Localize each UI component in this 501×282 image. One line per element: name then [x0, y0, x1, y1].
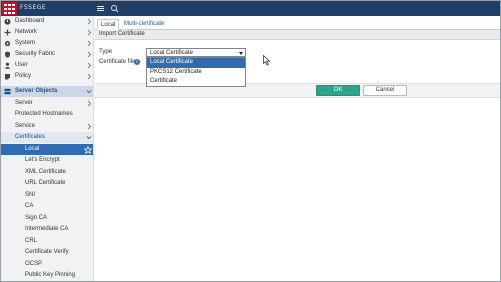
sidebar-item-label: Network	[15, 29, 38, 35]
sidebar-item-sign-ca[interactable]: Sign CA	[1, 213, 93, 224]
sidebar-item-label: OCSP	[25, 261, 43, 267]
chevron-right-icon	[87, 123, 92, 130]
sidebar-item-label: Security Fabric	[15, 51, 56, 57]
sidebar-item-url-certificate[interactable]: URL Certificate	[1, 178, 93, 189]
sidebar-item-certificates[interactable]: Certificates	[1, 132, 93, 143]
sidebar-item-ca[interactable]: CA	[1, 201, 93, 212]
chevron-right-icon	[87, 73, 92, 80]
sidebar-item-user[interactable]: User	[1, 60, 93, 71]
fortinet-logo[interactable]	[2, 2, 17, 15]
sidebar-item-protected-hostnames[interactable]: Protected Hostnames	[1, 109, 93, 120]
sidebar-item-label: Local	[25, 146, 40, 152]
sidebar-item-label: User	[15, 62, 28, 68]
tab-multi-certificate[interactable]: Multi-certificate	[121, 19, 167, 30]
chevron-right-icon	[87, 62, 92, 69]
shield-icon	[5, 51, 10, 58]
certificate-file-label: Certificate file	[99, 59, 136, 65]
sidebar-item-security-fabric[interactable]: Security Fabric	[1, 49, 93, 60]
option-certificate[interactable]: Certificate	[147, 77, 245, 87]
sidebar-item-crl[interactable]: CRL	[1, 236, 93, 247]
chevron-down-icon	[86, 136, 92, 140]
sidebar-item-label: Public Key Pinning	[25, 272, 76, 278]
policy-icon	[5, 74, 10, 80]
chevron-down-icon	[86, 90, 92, 94]
sidebar-item-label: XML Certificate	[25, 169, 66, 175]
info-icon[interactable]: i	[134, 59, 140, 65]
chevron-right-icon	[87, 18, 92, 25]
option-label: Local Certificate	[150, 59, 194, 65]
search-icon[interactable]	[110, 4, 119, 13]
sidebar-item-label: Certificates	[15, 134, 46, 140]
sidebar-item-label: System	[15, 40, 36, 46]
mouse-pointer-icon	[263, 55, 271, 66]
sidebar-item-label: Sign CA	[25, 215, 48, 221]
tab-local[interactable]: Local	[97, 19, 120, 30]
sidebar-item-server-objects[interactable]: Server Objects	[1, 86, 93, 97]
sidebar-item-intermediate-ca[interactable]: Intermediate CA	[1, 224, 93, 235]
top-bar: FSSEGE	[1, 1, 500, 16]
sidebar-item-label: Service	[15, 123, 36, 129]
chevron-right-icon	[87, 40, 92, 47]
menu-icon[interactable]	[96, 4, 105, 13]
sidebar: Dashboard Network System Security Fabric…	[1, 16, 94, 281]
sidebar-item-dashboard[interactable]: Dashboard	[1, 16, 93, 27]
sidebar-item-label: Dashboard	[15, 18, 45, 24]
type-select[interactable]: Local Certificate	[146, 48, 246, 57]
sidebar-item-system[interactable]: System	[1, 38, 93, 49]
sidebar-item-label: Certificate Verify	[25, 249, 69, 255]
sidebar-item-label: URL Certificate	[25, 180, 66, 186]
type-dropdown-list: Local Certificate PKCS12 Certificate Cer…	[146, 57, 246, 87]
sidebar-item-sni[interactable]: SNI	[1, 190, 93, 201]
hostname-label: FSSEGE	[20, 4, 47, 11]
dialog-header: Import Certificate	[95, 30, 500, 40]
sidebar-item-label: Protected Hostnames	[15, 111, 73, 117]
user-icon	[4, 62, 11, 69]
dialog-title: Import Certificate	[99, 31, 145, 37]
star-icon[interactable]	[84, 146, 92, 154]
sidebar-item-label: Let's Encrypt	[25, 157, 60, 163]
type-select-value: Local Certificate	[150, 50, 194, 56]
sidebar-item-local[interactable]: Local	[1, 144, 93, 155]
chevron-right-icon	[87, 51, 92, 58]
sidebar-item-label: Server	[15, 100, 33, 106]
sidebar-item-lets-encrypt[interactable]: Let's Encrypt	[1, 155, 93, 166]
sidebar-item-server[interactable]: Server	[1, 98, 93, 109]
sidebar-item-label: Intermediate CA	[25, 226, 69, 232]
option-local-certificate[interactable]: Local Certificate	[147, 58, 245, 68]
option-label: PKCS12 Certificate	[150, 69, 202, 75]
tab-bar: Local Multi-certificate	[95, 17, 500, 30]
sidebar-item-public-key-pinning[interactable]: Public Key Pinning	[1, 270, 93, 281]
sidebar-item-ocsp[interactable]: OCSP	[1, 259, 93, 270]
gear-icon	[4, 40, 11, 47]
sidebar-item-policy[interactable]: Policy	[1, 71, 93, 82]
chevron-right-icon	[87, 100, 92, 107]
sidebar-item-label: SNI	[25, 192, 36, 198]
cancel-button[interactable]: Cancel	[363, 85, 407, 96]
sidebar-item-xml-certificate[interactable]: XML Certificate	[1, 167, 93, 178]
sidebar-item-network[interactable]: Network	[1, 27, 93, 38]
dashboard-icon	[4, 18, 11, 25]
sidebar-item-certificate-verify[interactable]: Certificate Verify	[1, 247, 93, 258]
ok-button[interactable]: OK	[316, 85, 360, 96]
window: FSSEGE Dashboard Network System Security…	[0, 0, 501, 282]
sidebar-item-service[interactable]: Service	[1, 121, 93, 132]
chevron-right-icon	[87, 29, 92, 36]
sidebar-item-label: Policy	[15, 73, 32, 79]
sidebar-item-label: CA	[25, 203, 34, 209]
server-icon	[4, 88, 11, 95]
sidebar-item-label: Server Objects	[15, 88, 58, 94]
option-label: Certificate	[150, 78, 178, 84]
type-label: Type	[99, 49, 113, 55]
network-icon	[4, 29, 11, 36]
caret-down-icon	[239, 52, 243, 55]
sidebar-item-label: CRL	[25, 238, 38, 244]
